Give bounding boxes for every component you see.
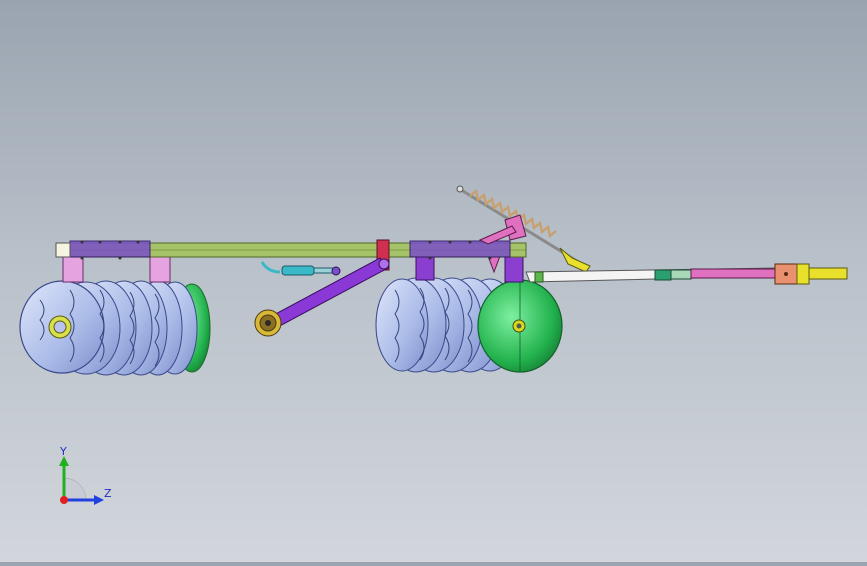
cad-graphics-viewport[interactable]: Y Z — [0, 0, 867, 562]
rear-disc-gang[interactable] — [19, 280, 211, 376]
hitch-clevis[interactable] — [774, 263, 848, 285]
triad-y-label: Y — [59, 445, 67, 458]
front-disc-gang[interactable] — [375, 277, 563, 373]
drawbar[interactable] — [525, 267, 781, 283]
rear-gang-hub — [48, 315, 72, 339]
transport-wheel-hub[interactable] — [254, 309, 282, 337]
triad-x-axis — [60, 496, 68, 504]
front-gang-hub — [512, 319, 526, 333]
triad-z-label: Z — [104, 487, 112, 500]
hydraulic-cylinder[interactable] — [260, 261, 341, 276]
disc-harrow-model[interactable]: Y Z — [0, 0, 867, 562]
reference-triad[interactable]: Y Z — [59, 445, 112, 505]
rear-gang-discs — [19, 280, 211, 376]
front-gang-discs — [375, 277, 563, 373]
